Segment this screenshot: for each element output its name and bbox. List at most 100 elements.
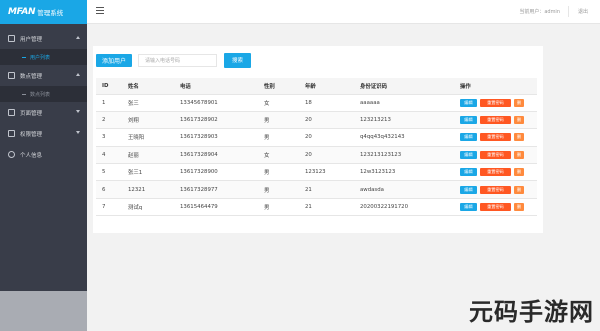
cell-actions: 编辑 重置密码删 [460,128,537,147]
sidebar-subitem-user-list[interactable]: 用户列表 [0,49,87,65]
cell-id: 3 [96,128,128,147]
search-button[interactable]: 搜索 [224,52,251,68]
chevron-up-icon [76,36,80,39]
search-input[interactable]: 请输入电话号码 [138,53,217,67]
delete-button[interactable]: 删 [514,116,524,125]
reset-password-button[interactable]: 重置密码 [480,185,511,194]
cell-age: 21 [305,198,360,217]
edit-button[interactable]: 编辑 [460,203,477,212]
edit-button[interactable]: 编辑 [460,150,477,159]
sidebar-subitem-point-list[interactable]: 数点列表 [0,86,87,102]
cell-id-card: 123213213 [360,111,460,130]
current-user[interactable]: 当前用户：admin [519,8,560,15]
cell-id-card: 20200322191720 [360,198,460,217]
add-user-button[interactable]: 添加用户 [96,53,132,67]
logo-subtitle: 管理系统 [37,9,64,17]
cell-name: 王晓阳 [128,128,180,147]
cell-sex: 男 [264,198,305,217]
sidebar-item-page-management[interactable]: 页面管理 [0,102,87,123]
cell-age: 21 [305,180,360,199]
cell-name: 张三 [128,94,180,112]
cell-phone: 13617328902 [180,111,264,130]
sidebar-menu: 用户管理 用户列表 数点管理 数点列表 页面管理 权限管理 个人信息 [0,28,87,165]
cell-phone: 13617328900 [180,163,264,182]
reset-password-button[interactable]: 重置密码 [480,116,511,125]
sidebar-item-label: 用户管理 [20,36,43,43]
column-header-phone: 电话 [180,78,264,95]
sidebar-footer [0,291,87,331]
cell-id: 7 [96,198,128,217]
cell-id: 6 [96,180,128,199]
sidebar-item-permission-management[interactable]: 权限管理 [0,123,87,144]
sidebar-item-user-management[interactable]: 用户管理 [0,28,87,49]
table-row: 4 赵丽 13617328904 女 20 123213123123 编辑 重置密码删 [96,146,537,165]
reset-password-button[interactable]: 重置密码 [480,168,511,177]
cell-age: 123123 [305,163,360,182]
sidebar-item-label: 数点管理 [20,73,43,80]
chevron-down-icon [76,131,80,134]
cell-name: 测试q [128,198,180,217]
table-header-row: ID 姓名 电话 性别 年龄 身份证识码 操作 [96,78,537,95]
cell-age: 20 [305,111,360,130]
table-row: 7 测试q 13615464479 男 21 20200322191720 编辑 重置密码删 [96,198,537,217]
delete-button[interactable]: 删 [514,203,524,212]
dash-icon [22,56,26,58]
cell-name: 张三1 [128,163,180,182]
cell-name: 刘翔 [128,111,180,130]
cell-phone: 13345678901 [180,94,264,112]
grid-icon [8,109,15,116]
cell-age: 18 [305,94,360,112]
column-header-id: ID [96,78,128,95]
cell-id-card: aaaaaa [360,94,460,112]
cell-id: 1 [96,94,128,112]
chevron-up-icon [76,73,80,76]
divider [568,6,569,17]
sidebar-subitem-label: 用户列表 [30,54,51,61]
cell-id: 2 [96,111,128,130]
cell-id-card: q4qq43q432143 [360,128,460,147]
table-row: 2 刘翔 13617328902 男 20 123213213 编辑 重置密码删 [96,111,537,130]
column-header-actions: 操作 [460,78,537,95]
sidebar: MFAN 管理系统 用户管理 用户列表 数点管理 数点列表 页面管理 权限管理 … [0,0,87,331]
column-header-id-card: 身份证识码 [360,78,460,95]
delete-button[interactable]: 删 [514,98,524,107]
toolbar: 添加用户 请输入电话号码 搜索 [96,52,251,68]
delete-button[interactable]: 删 [514,133,524,142]
sidebar-item-profile[interactable]: 个人信息 [0,144,87,165]
menu-toggle-icon[interactable] [96,7,104,15]
cell-id-card: 123213123123 [360,146,460,165]
cell-actions: 编辑 重置密码删 [460,163,537,182]
cell-phone: 13617328977 [180,180,264,199]
cell-sex: 男 [264,180,305,199]
table-row: 6 12321 13617328977 男 21 awdasda 编辑 重置密码删 [96,180,537,199]
delete-button[interactable]: 删 [514,168,524,177]
top-bar: 当前用户：admin 退出 [87,0,600,24]
cell-sex: 女 [264,94,305,112]
cell-id-card: awdasda [360,180,460,199]
edit-button[interactable]: 编辑 [460,116,477,125]
edit-button[interactable]: 编辑 [460,98,477,107]
reset-password-button[interactable]: 重置密码 [480,203,511,212]
user-icon [8,151,15,158]
delete-button[interactable]: 删 [514,185,524,194]
cell-phone: 13615464479 [180,198,264,217]
edit-button[interactable]: 编辑 [460,185,477,194]
cell-age: 20 [305,128,360,147]
sidebar-item-label: 权限管理 [20,131,43,138]
reset-password-button[interactable]: 重置密码 [480,150,511,159]
grid-icon [8,35,15,42]
cell-sex: 男 [264,111,305,130]
cell-name: 12321 [128,180,180,199]
cell-actions: 编辑 重置密码删 [460,111,537,130]
logo-brand: MFAN [8,7,36,17]
delete-button[interactable]: 删 [514,150,524,159]
edit-button[interactable]: 编辑 [460,133,477,142]
cell-actions: 编辑 重置密码删 [460,146,537,165]
sidebar-item-point-management[interactable]: 数点管理 [0,65,87,86]
reset-password-button[interactable]: 重置密码 [480,98,511,107]
logout-link[interactable]: 退出 [578,8,588,15]
reset-password-button[interactable]: 重置密码 [480,133,511,142]
sidebar-subitem-label: 数点列表 [30,91,51,98]
edit-button[interactable]: 编辑 [460,168,477,177]
cell-sex: 男 [264,128,305,147]
